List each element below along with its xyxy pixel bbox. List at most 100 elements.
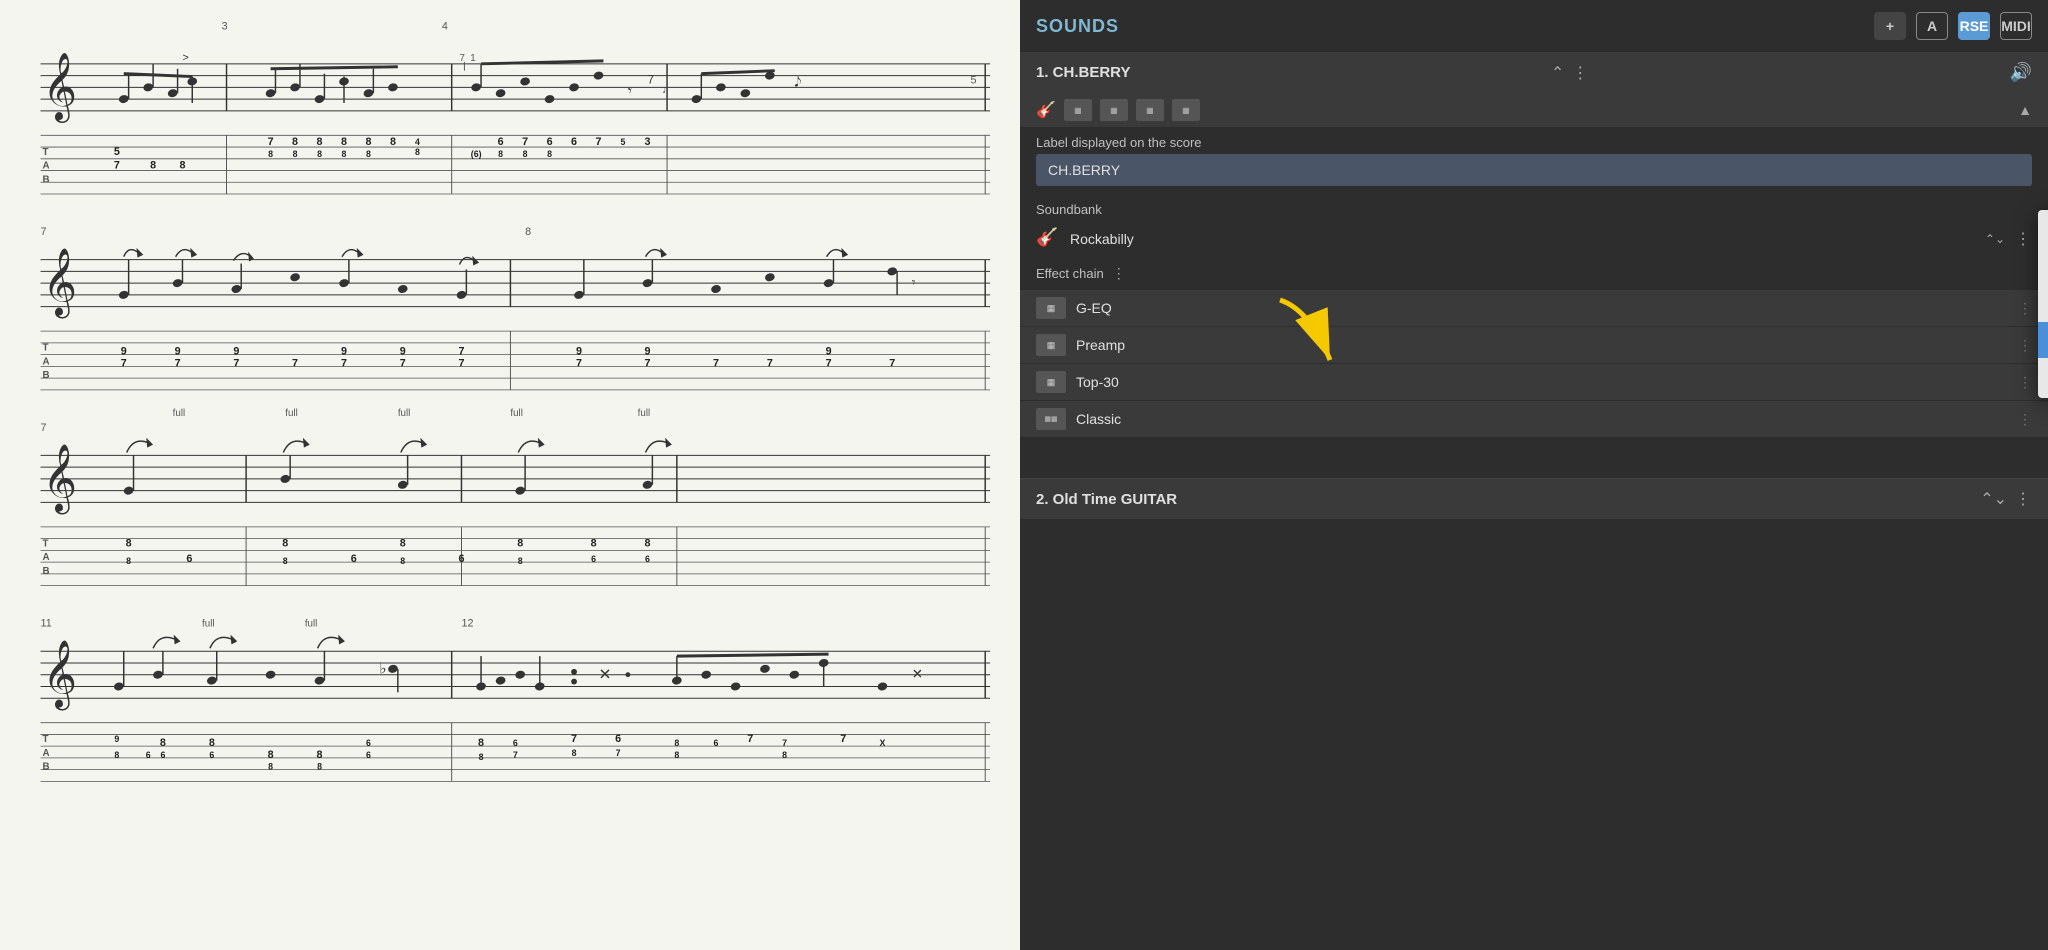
sounds-panel: SOUNDS + A RSE MIDI 1. CH.BERRY ⌃ ⋮ 🔊 🎸 … [1020, 0, 2048, 950]
svg-text:4: 4 [442, 21, 448, 33]
effect-chain-header: Effect chain ⋮ [1020, 257, 2048, 290]
svg-text:B: B [42, 566, 49, 577]
svg-text:8: 8 [160, 737, 166, 749]
preamp-menu-button[interactable]: ⋮ [2018, 337, 2032, 354]
save-effect-chain-item[interactable]: Save effect chain... [2038, 358, 2048, 394]
svg-text:𝄞: 𝄞 [42, 249, 77, 319]
svg-text:7: 7 [114, 160, 120, 172]
effect-item-geq[interactable]: ▦ G-EQ ⋮ Copy whole effect chain Paste w… [1020, 290, 2048, 327]
paste-effect-chain-item[interactable]: Paste whole effect chain [2038, 250, 2048, 286]
rse-button[interactable]: RSE [1958, 12, 1990, 40]
svg-text:8: 8 [674, 738, 679, 748]
svg-text:7: 7 [341, 357, 347, 369]
svg-text:B: B [42, 174, 49, 185]
track2-controls: ⌃⌄ ⋮ [1980, 489, 2032, 509]
svg-text:7: 7 [782, 738, 787, 748]
svg-text:A: A [42, 552, 49, 563]
collapse-icon[interactable]: ▲ [2018, 102, 2032, 118]
svg-text:full: full [305, 619, 317, 630]
svg-text:full: full [398, 408, 410, 419]
svg-text:T: T [42, 147, 48, 158]
effect-chain-menu-icon[interactable]: ⋮ [1112, 265, 1126, 282]
svg-text:7: 7 [292, 357, 298, 369]
svg-text:♭: ♭ [379, 661, 386, 678]
svg-text:A: A [42, 748, 49, 759]
add-button[interactable]: + [1874, 12, 1906, 40]
svg-text:3: 3 [644, 136, 650, 148]
copy-effect-chain-item[interactable]: Copy whole effect chain [2038, 214, 2048, 250]
svg-text:11: 11 [41, 618, 52, 630]
svg-text:A: A [42, 356, 49, 367]
top30-menu-button[interactable]: ⋮ [2018, 374, 2032, 391]
svg-text:♩: ♩ [662, 84, 673, 96]
svg-text:𝄞: 𝄞 [42, 445, 77, 515]
label-input[interactable] [1036, 154, 2032, 186]
svg-text:7: 7 [767, 357, 773, 369]
svg-text:𝄞: 𝄞 [42, 640, 77, 710]
soundbank-menu-button[interactable]: ⋮ [2015, 229, 2032, 249]
svg-text:5: 5 [621, 137, 626, 147]
track1-speaker-icon: 🔊 [2010, 62, 2032, 83]
classic-name: Classic [1076, 411, 2008, 427]
track1-chevron[interactable]: ⌃ [1551, 63, 1564, 83]
soundbank-guitar-icon: 🎸 [1036, 227, 1060, 251]
svg-text:9: 9 [644, 346, 650, 358]
svg-text:8: 8 [479, 752, 484, 762]
svg-text:8: 8 [282, 537, 288, 549]
svg-text:8: 8 [525, 226, 531, 238]
effect-item-classic[interactable]: ▦▦ Classic ⋮ [1020, 401, 2048, 438]
track2-chevron[interactable]: ⌃⌄ [1980, 489, 2007, 509]
top30-name: Top-30 [1076, 374, 2008, 390]
svg-text:6: 6 [186, 553, 192, 565]
load-effect-chain-item[interactable]: Load effect chain... [2038, 322, 2048, 358]
svg-text:7: 7 [644, 357, 650, 369]
svg-text:8: 8 [478, 737, 484, 749]
track2-menu-button[interactable]: ⋮ [2015, 489, 2032, 509]
effect-item-top30[interactable]: ▦ Top-30 ⋮ [1020, 364, 2048, 401]
effect-item-preamp[interactable]: ▦ Preamp ⋮ [1020, 327, 2048, 364]
svg-text:9: 9 [400, 346, 406, 358]
svg-text:8: 8 [517, 537, 523, 549]
track2-name: 2. Old Time GUITAR [1036, 491, 1177, 508]
sounds-title: SOUNDS [1036, 16, 1864, 37]
svg-text:T: T [42, 734, 48, 745]
svg-text:8: 8 [644, 537, 650, 549]
clear-effect-chain-item[interactable]: Clear effect chain [2038, 286, 2048, 322]
svg-text:8: 8 [283, 556, 288, 566]
preamp-name: Preamp [1076, 337, 2008, 353]
track1-menu-button[interactable]: ⋮ [1572, 63, 1589, 83]
a-button[interactable]: A [1916, 12, 1948, 40]
soundbank-chevron-icon[interactable]: ⌃⌄ [1985, 232, 2005, 246]
classic-menu-button[interactable]: ⋮ [2018, 411, 2032, 428]
svg-text:8: 8 [114, 750, 119, 760]
svg-text:✕: ✕ [599, 667, 612, 684]
svg-text:9: 9 [121, 346, 127, 358]
svg-text:8: 8 [674, 750, 679, 760]
svg-text:8: 8 [390, 136, 396, 148]
svg-text:7: 7 [268, 136, 274, 148]
track1-controls: ⌃ ⋮ [1551, 63, 1589, 83]
svg-text:8: 8 [341, 136, 347, 148]
svg-text:8: 8 [209, 737, 215, 749]
svg-text:5: 5 [971, 74, 977, 86]
svg-text:6: 6 [615, 733, 621, 745]
svg-text:8: 8 [317, 749, 323, 761]
svg-text:8: 8 [292, 136, 298, 148]
svg-text:9: 9 [341, 346, 347, 358]
svg-text:8: 8 [400, 556, 405, 566]
svg-text:8: 8 [268, 749, 274, 761]
svg-text:8: 8 [523, 149, 528, 159]
midi-button[interactable]: MIDI [2000, 12, 2032, 40]
svg-text:9: 9 [233, 346, 239, 358]
svg-text:6: 6 [458, 553, 464, 565]
svg-text:T: T [42, 343, 48, 354]
svg-text:8: 8 [782, 750, 787, 760]
svg-text:7: 7 [175, 357, 181, 369]
geq-name: G-EQ [1076, 300, 2008, 316]
svg-text:1: 1 [470, 53, 475, 64]
svg-text:8: 8 [342, 149, 347, 159]
geq-menu-button[interactable]: ⋮ [2018, 300, 2032, 317]
svg-text:full: full [285, 408, 297, 419]
svg-text:7: 7 [616, 748, 621, 758]
svg-text:𝄾: 𝄾 [912, 275, 916, 290]
